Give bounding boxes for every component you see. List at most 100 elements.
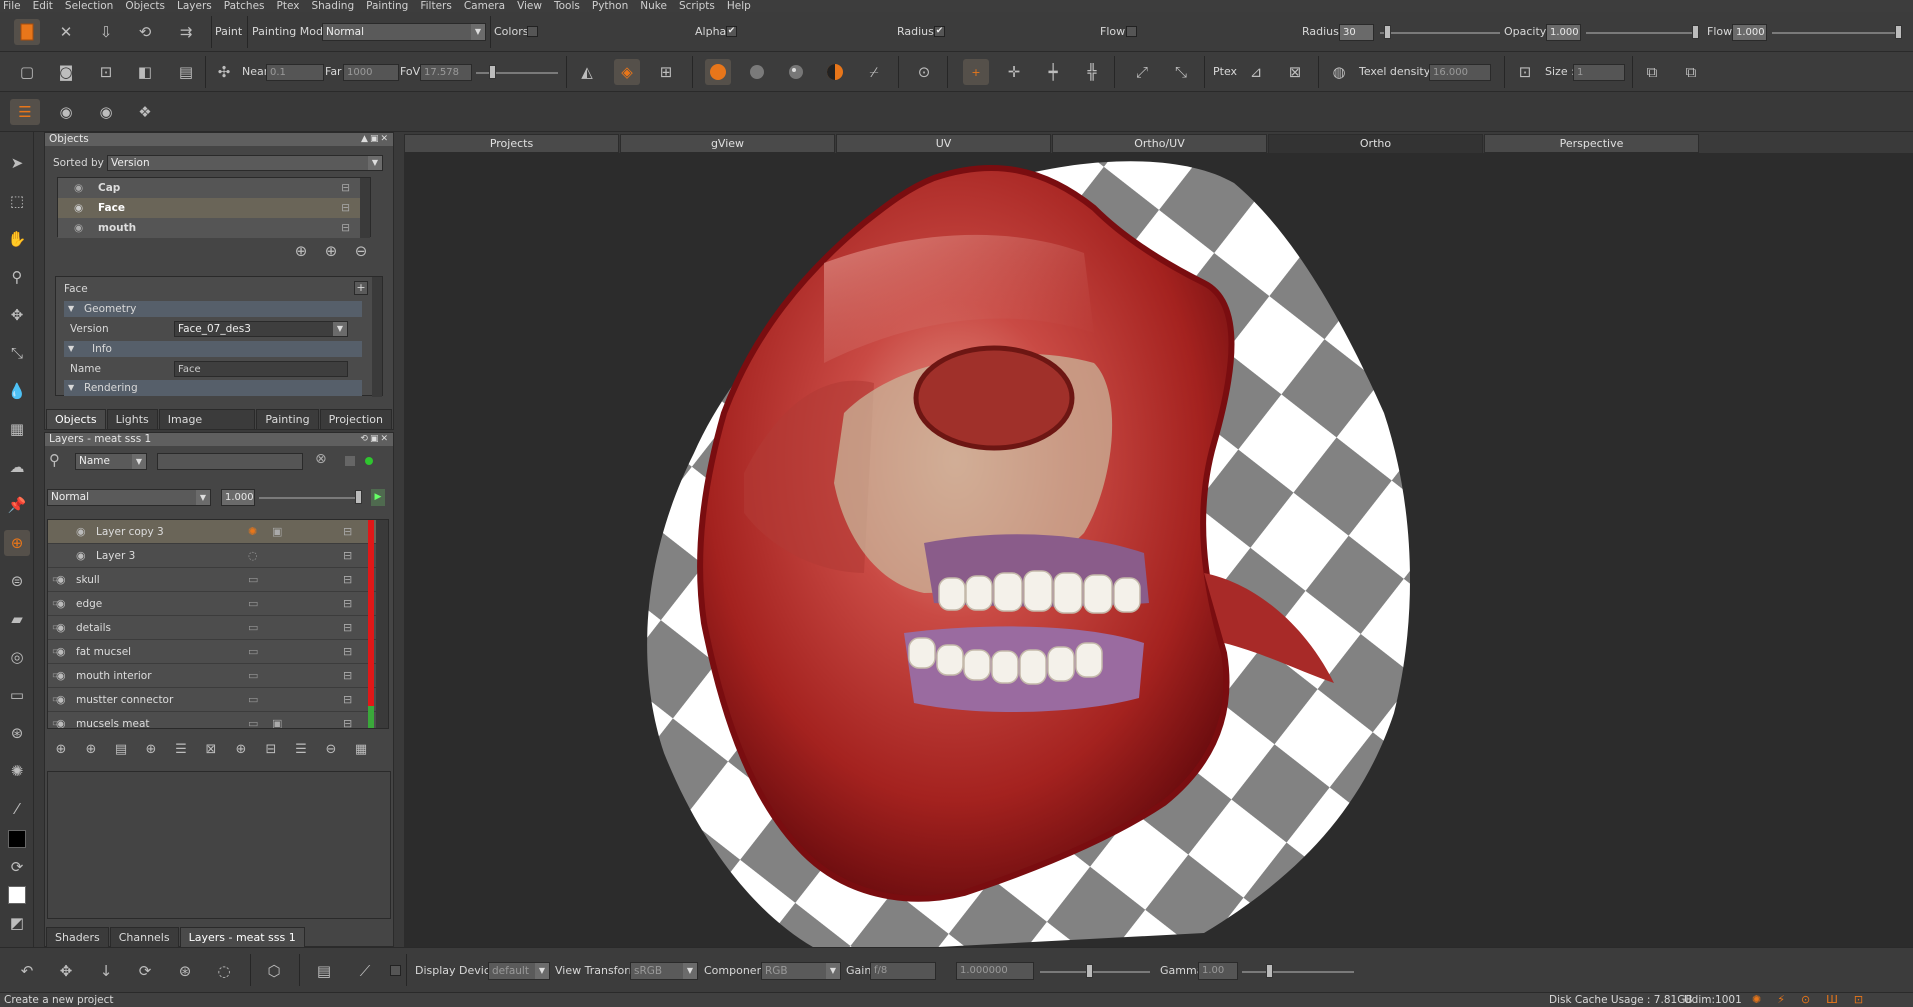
info-section[interactable]: ▼ Info xyxy=(64,341,362,357)
tab-perspective[interactable]: Perspective xyxy=(1484,134,1699,153)
ptex-edit-icon[interactable]: ⊿ xyxy=(1243,59,1269,85)
tab-projects[interactable]: Projects xyxy=(404,134,619,153)
lock-icon[interactable]: ⊟ xyxy=(341,178,350,198)
eye-icon[interactable]: ◉ xyxy=(74,218,83,238)
eye-alt-icon[interactable]: ◉ xyxy=(93,99,119,125)
transform-icon[interactable]: ⤡ xyxy=(4,340,30,366)
gradient-icon[interactable]: ▭ xyxy=(4,682,30,708)
camera-icon[interactable]: ◙ xyxy=(53,59,79,85)
merge-layers-icon[interactable]: ☰ xyxy=(169,737,193,761)
layer-list-scrollbar[interactable] xyxy=(376,520,388,728)
add-group-icon[interactable]: ⊕ xyxy=(229,737,253,761)
menu-help[interactable]: Help xyxy=(727,0,751,12)
export-icon[interactable]: ⇉ xyxy=(173,19,199,45)
size-icon[interactable]: ⊡ xyxy=(1512,59,1538,85)
grid-box-icon[interactable]: ▦ xyxy=(4,416,30,442)
object-item-cap[interactable]: ◉ Cap ⊟ xyxy=(58,178,370,198)
menu-python[interactable]: Python xyxy=(592,0,628,12)
object-name-field[interactable]: Face xyxy=(174,361,348,377)
flow-slider-track[interactable] xyxy=(1772,32,1902,34)
mask-icon[interactable]: ▣ xyxy=(272,712,282,728)
rendering-section[interactable]: ▼ Rendering xyxy=(64,380,362,396)
add-layer-icon[interactable]: ⊕ xyxy=(49,737,73,761)
fov-slider-handle[interactable] xyxy=(489,65,496,79)
lock-icon[interactable]: ⊟ xyxy=(343,568,352,592)
crop-icon[interactable]: ⟋ xyxy=(352,958,378,984)
menu-objects[interactable]: Objects xyxy=(125,0,165,12)
fov-field[interactable]: 17.578 xyxy=(420,64,472,81)
blend-mode-select[interactable]: Normal ▼ xyxy=(47,489,211,506)
lighting-spec-icon[interactable] xyxy=(783,59,809,85)
layer-row[interactable]: ◉ Layer copy 3 ✺ ▣ ⊟ xyxy=(48,520,388,544)
zoom-icon[interactable]: ⚲ xyxy=(4,264,30,290)
add-property-button[interactable]: + xyxy=(354,281,368,295)
painting-mode-select[interactable]: Normal ▼ xyxy=(322,23,486,41)
eyedropper-icon[interactable]: ⁄ xyxy=(4,796,30,822)
lock-icon[interactable]: ⊟ xyxy=(341,218,350,238)
radius-field[interactable]: 30 xyxy=(1339,24,1374,41)
menu-ptex[interactable]: Ptex xyxy=(277,0,300,12)
layer-opacity-slider-track[interactable] xyxy=(259,497,359,499)
display-device-select[interactable]: default ▼ xyxy=(488,962,550,980)
tab-channels[interactable]: Channels xyxy=(109,927,179,947)
orbit-icon[interactable]: ⊛ xyxy=(172,958,198,984)
tab-layers[interactable]: Layers - meat sss 1 xyxy=(179,927,305,947)
texel-density-field[interactable]: 16.000 xyxy=(1429,64,1491,81)
eye-icon[interactable]: ◉ xyxy=(56,616,66,640)
menu-selection[interactable]: Selection xyxy=(65,0,113,12)
flow-field[interactable]: 1.000 xyxy=(1732,24,1767,41)
flow-slider-handle[interactable] xyxy=(1895,25,1902,39)
lock-icon[interactable]: ⊟ xyxy=(343,616,352,640)
eye-icon[interactable]: ◉ xyxy=(74,198,83,218)
add-object-icon[interactable]: ⊕ xyxy=(289,239,313,263)
mirror-y-icon[interactable]: ┿ xyxy=(1040,59,1066,85)
sharpen-icon[interactable]: ⊛ xyxy=(4,720,30,746)
select-arrow-icon[interactable]: ➤ xyxy=(4,150,30,176)
tab-ortho-uv[interactable]: Ortho/UV xyxy=(1052,134,1267,153)
clear-search-icon[interactable]: ⊗ xyxy=(315,451,327,467)
cube-icon[interactable]: ▢ xyxy=(14,59,40,85)
clone-icon[interactable]: ⊜ xyxy=(4,568,30,594)
frame-icon[interactable]: ⊡ xyxy=(93,59,119,85)
layer-row[interactable]: ▭ ◉ mouth interior ▭ ⊟ xyxy=(48,664,388,688)
tab-gview[interactable]: gView xyxy=(620,134,835,153)
lighting-flat-icon[interactable] xyxy=(744,59,770,85)
sponge-icon[interactable]: ✺ xyxy=(4,758,30,784)
swap-colors-icon[interactable]: ⟳ xyxy=(4,854,30,880)
opacity-field[interactable]: 1.000 xyxy=(1546,24,1581,41)
tab-image-manager[interactable]: Image Manager xyxy=(158,409,256,446)
tab-uv[interactable]: UV xyxy=(836,134,1051,153)
menu-scripts[interactable]: Scripts xyxy=(679,0,715,12)
viewport-canvas[interactable] xyxy=(404,153,1913,953)
object-item-mouth[interactable]: ◉ mouth ⊟ xyxy=(58,218,370,238)
mask-icon[interactable]: ◭ xyxy=(574,59,600,85)
mirror-grid-icon[interactable]: ╬ xyxy=(1079,59,1105,85)
menu-camera[interactable]: Camera xyxy=(464,0,505,12)
add-paint-layer-icon[interactable]: ⊕ xyxy=(79,737,103,761)
filter-toggle-icon[interactable] xyxy=(345,456,355,466)
layer-row[interactable]: ▭ ◉ mucsels meat ▭ ▣ ⊟ xyxy=(48,712,388,728)
tab-objects[interactable]: Objects xyxy=(46,409,106,429)
eye-icon[interactable]: ◉ xyxy=(56,640,66,664)
menu-nuke[interactable]: Nuke xyxy=(640,0,667,12)
apply-opacity-icon[interactable]: ▶ xyxy=(371,489,385,506)
reset-colors-icon[interactable]: ◩ xyxy=(4,910,30,936)
layer-row[interactable]: ▭ ◉ details ▭ ⊟ xyxy=(48,616,388,640)
far-field[interactable]: 1000 xyxy=(343,64,399,81)
eye-icon[interactable]: ◉ xyxy=(56,712,66,728)
layer-list-icon[interactable]: ☰ xyxy=(289,737,313,761)
down-arrow-icon[interactable]: ↓ xyxy=(93,958,119,984)
remove-object-icon[interactable]: ⊖ xyxy=(349,239,373,263)
gain-slider-handle[interactable] xyxy=(1086,964,1093,978)
layers-view-icon[interactable]: ☰ xyxy=(10,99,40,125)
close-project-icon[interactable]: ✕ xyxy=(53,19,79,45)
background-color-swatch[interactable] xyxy=(8,886,26,904)
eye-icon[interactable]: ◉ xyxy=(76,544,86,568)
foreground-color-swatch[interactable] xyxy=(8,830,26,848)
lock-icon[interactable]: ⊟ xyxy=(343,688,352,712)
new-project-icon[interactable] xyxy=(14,19,40,45)
eye-group-icon[interactable]: ❖ xyxy=(132,99,158,125)
layer-search-input[interactable] xyxy=(157,453,303,470)
tab-ortho[interactable]: Ortho xyxy=(1268,134,1483,153)
eye-icon[interactable]: ◉ xyxy=(56,568,66,592)
